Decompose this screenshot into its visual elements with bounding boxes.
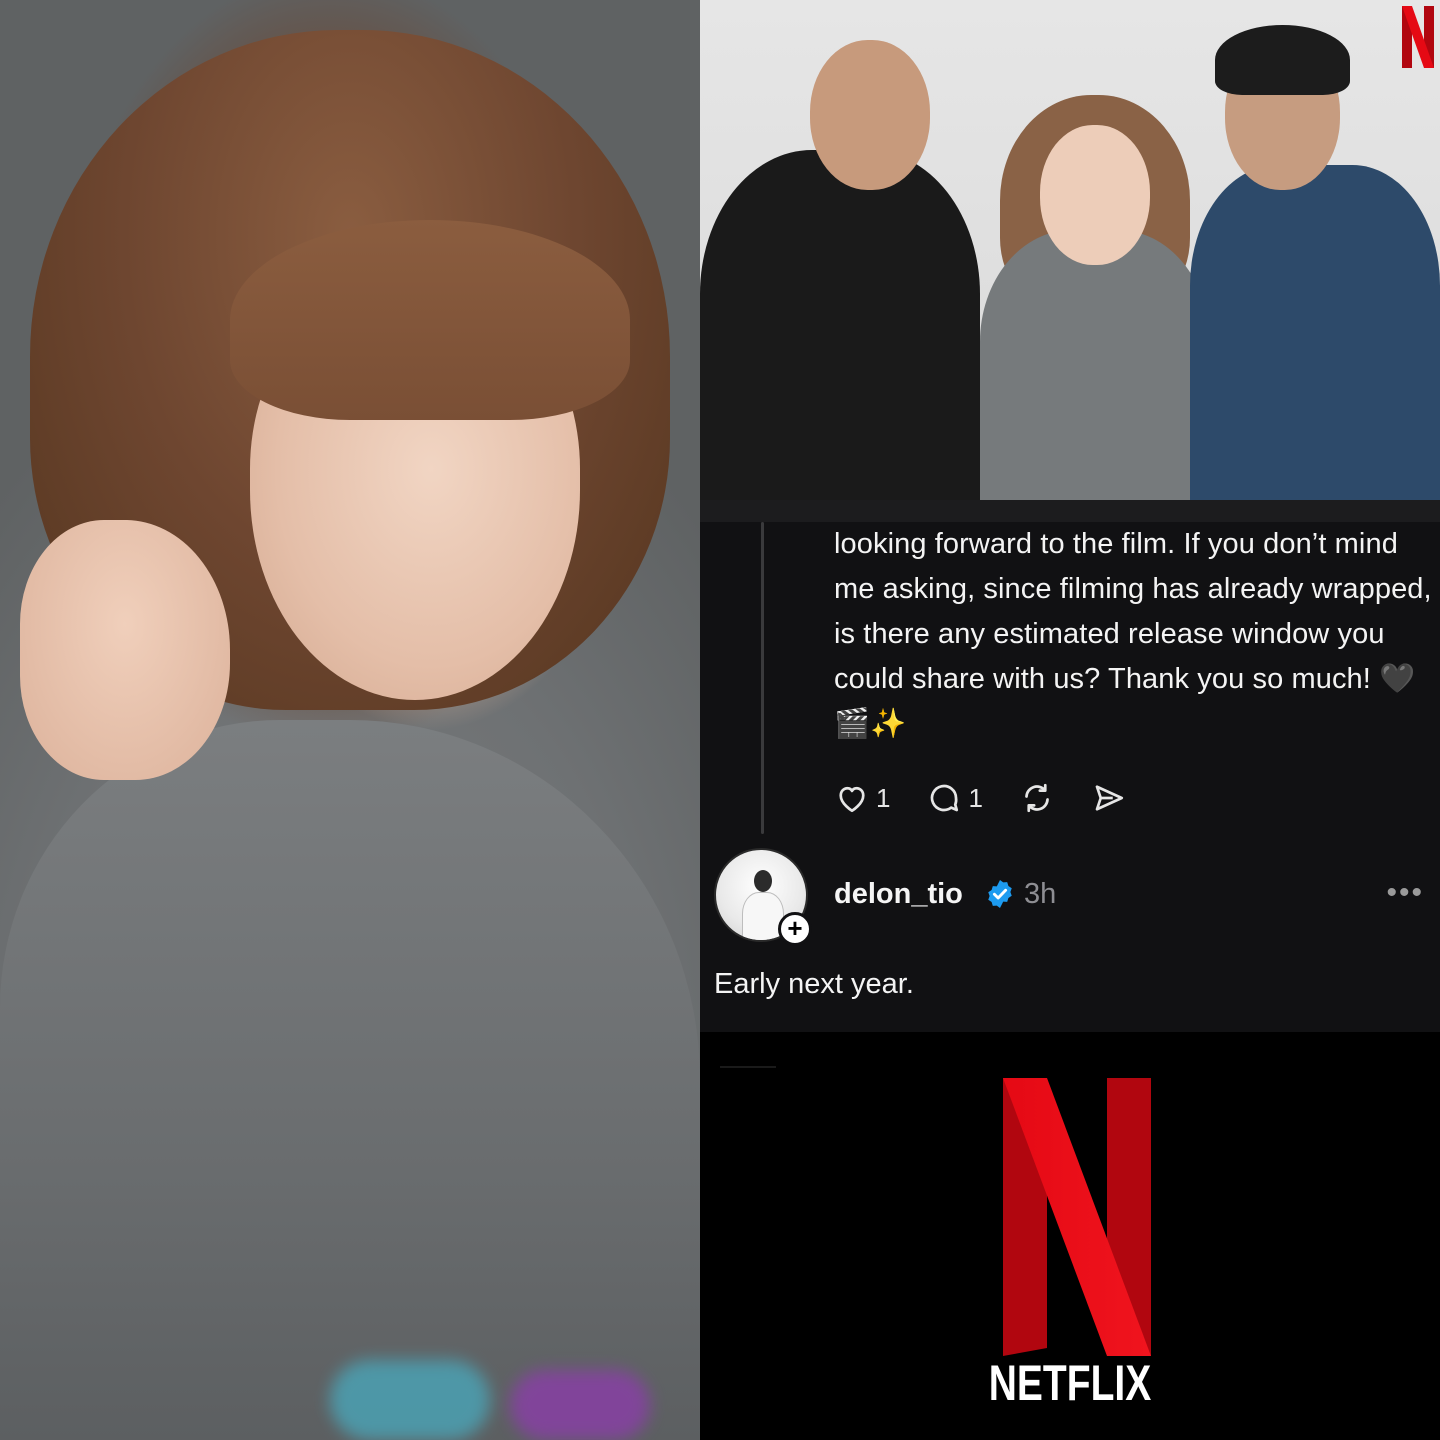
netflix-n-logo [1003, 1078, 1151, 1356]
comment-text: looking forward to the film. If you don’… [834, 528, 1432, 740]
comment-actions: 1 1 [834, 778, 1163, 818]
share-button[interactable] [1091, 780, 1127, 816]
follow-button[interactable]: + [778, 912, 812, 946]
blurred-object [330, 1360, 490, 1440]
reply-text: Early next year. [714, 968, 914, 1000]
bangs-shape [230, 220, 630, 420]
group-photo [700, 0, 1440, 500]
thread-panel: looking forward to the film. If you don’… [700, 500, 1440, 1032]
more-options-button[interactable]: ••• [1386, 876, 1424, 910]
like-count: 1 [876, 782, 891, 813]
hand-shape [20, 520, 230, 780]
repost-button[interactable] [1019, 780, 1055, 816]
post-time: 3h [1024, 878, 1057, 910]
comment-icon [931, 784, 959, 812]
reply-header: + delon_tio 3h ••• [714, 848, 1424, 946]
person-center-head [1040, 125, 1150, 265]
person-right-body [1190, 165, 1440, 500]
netflix-logo-panel: NETFLIX [700, 1032, 1440, 1440]
repost-icon [1025, 783, 1049, 813]
person-center-body [980, 230, 1210, 500]
avatar-figure [742, 892, 784, 940]
heart-icon [839, 786, 865, 813]
reply-button[interactable]: 1 [926, 780, 983, 816]
person-left-body [700, 150, 980, 500]
blurred-object [510, 1370, 650, 1440]
portrait-photo [0, 0, 700, 1440]
thread-top-strip [700, 500, 1440, 522]
sweater-shape [0, 720, 700, 1440]
verified-badge-icon [988, 880, 1012, 908]
netflix-n-icon [1402, 6, 1434, 68]
netflix-wordmark: NETFLIX [988, 1355, 1152, 1411]
username[interactable]: delon_tio [834, 878, 963, 911]
thread-connector-line [761, 522, 764, 834]
divider [720, 1066, 776, 1068]
person-left-head [810, 40, 930, 190]
reply-count: 1 [968, 782, 983, 813]
avatar-figure-head [754, 870, 772, 892]
person-right-hair [1215, 25, 1350, 95]
share-icon [1095, 785, 1124, 811]
like-button[interactable]: 1 [834, 780, 890, 816]
